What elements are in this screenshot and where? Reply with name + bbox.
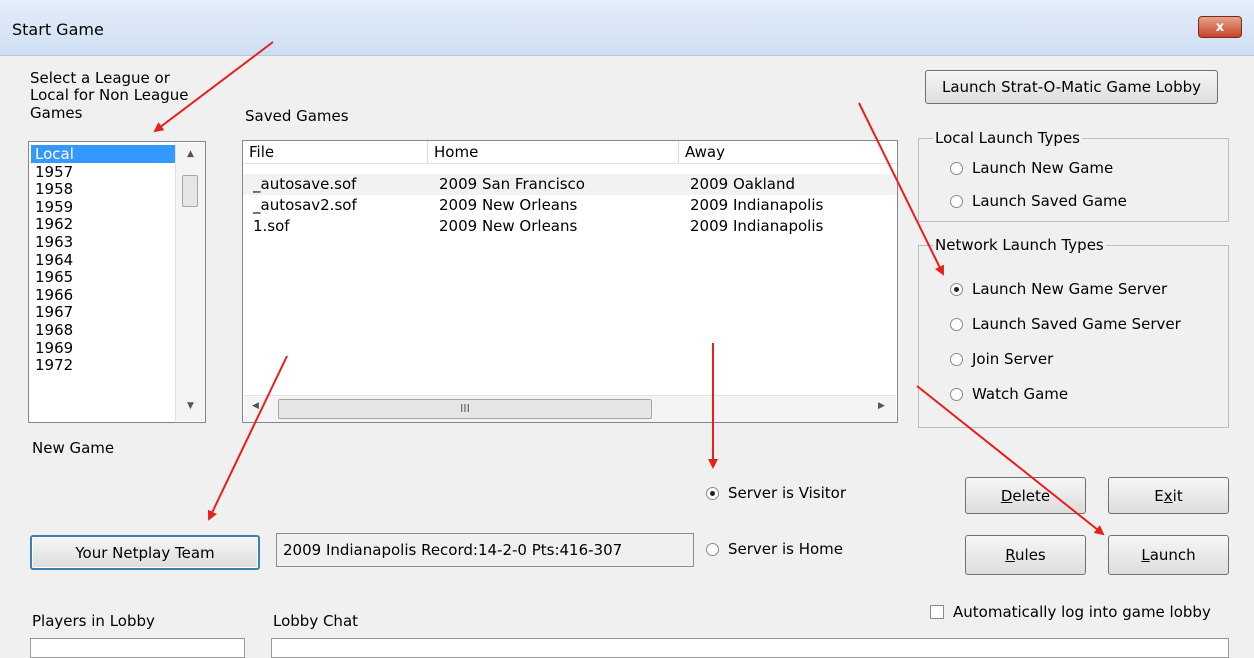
button-label: Delete xyxy=(1000,486,1051,505)
league-listbox[interactable]: Local 1957 1958 1959 1962 1963 1964 1965 1966 196… xyxy=(28,141,206,423)
grip-icon: III xyxy=(460,402,470,415)
column-header-file[interactable]: File xyxy=(243,141,428,163)
radio-join-server[interactable]: Join Server xyxy=(950,349,1053,369)
radio-label: Watch Game xyxy=(972,385,1069,403)
league-list-item[interactable]: 1964 xyxy=(31,251,175,269)
radio-button-icon[interactable] xyxy=(950,161,963,175)
radio-label: Launch Saved Game xyxy=(972,192,1127,210)
cell-away: 2009 Indianapolis xyxy=(690,217,824,235)
cell-file: _autosave.sof xyxy=(253,175,357,193)
radio-watch-game[interactable]: Watch Game xyxy=(950,384,1068,404)
your-netplay-team-button[interactable]: Your Netplay Team xyxy=(30,535,260,570)
league-list-item[interactable]: 1967 xyxy=(31,303,175,322)
league-list-item[interactable]: 1957 xyxy=(31,163,175,181)
exit-button[interactable]: Exit xyxy=(1108,477,1229,514)
checkbox-icon[interactable] xyxy=(930,605,944,619)
league-list-item[interactable]: 1969 xyxy=(31,339,175,357)
scroll-up-arrow-icon[interactable]: ▲ xyxy=(176,149,205,159)
league-list-item[interactable]: 1958 xyxy=(31,180,175,198)
radio-button-icon[interactable] xyxy=(950,387,963,401)
column-header-home[interactable]: Home xyxy=(428,141,679,163)
radio-launch-saved-game-server[interactable]: Launch Saved Game Server xyxy=(950,314,1181,334)
lobby-chat-label: Lobby Chat xyxy=(273,612,359,630)
cell-away: 2009 Indianapolis xyxy=(690,196,824,214)
radio-button-icon[interactable] xyxy=(950,194,963,208)
league-list-item[interactable]: Local xyxy=(31,145,175,163)
close-button[interactable]: x xyxy=(1198,16,1242,38)
radio-server-is-home[interactable]: Server is Home xyxy=(706,539,843,559)
players-in-lobby-label: Players in Lobby xyxy=(32,612,155,630)
cell-away: 2009 Oakland xyxy=(690,175,796,193)
cell-home: 2009 San Francisco xyxy=(439,175,585,193)
radio-label: Launch New Game xyxy=(972,159,1114,177)
radio-button-icon[interactable] xyxy=(950,317,963,331)
scroll-left-arrow-icon[interactable]: ◀ xyxy=(252,401,259,411)
button-label: Rules xyxy=(1005,546,1046,564)
radio-label: Server is Home xyxy=(728,540,844,558)
radio-launch-new-game-server[interactable]: Launch New Game Server xyxy=(950,279,1167,299)
radio-label: Launch New Game Server xyxy=(972,280,1168,298)
scroll-down-arrow-icon[interactable]: ▼ xyxy=(176,401,205,411)
radio-button-selected-icon[interactable] xyxy=(950,282,963,296)
league-list-item[interactable]: 1963 xyxy=(31,233,175,251)
new-game-label: New Game xyxy=(32,439,115,457)
radio-label: Launch Saved Game Server xyxy=(972,315,1181,333)
league-list-item[interactable]: 1972 xyxy=(31,356,175,374)
table-row[interactable]: _autosav2.sof 2009 New Orleans 2009 Indian… xyxy=(243,195,897,216)
saved-games-header: File Home Away xyxy=(243,141,897,164)
saved-games-horizontal-scrollbar[interactable]: ◀ III ▶ xyxy=(244,395,896,422)
league-list-item[interactable]: 1962 xyxy=(31,215,175,234)
league-prompt-line-3: Games xyxy=(30,104,83,122)
saved-games-list[interactable]: File Home Away _autosave.sof 2009 San Fra… xyxy=(242,140,898,423)
league-vertical-scrollbar[interactable]: ▲ ▼ xyxy=(175,143,205,421)
delete-button[interactable]: Delete xyxy=(965,477,1086,514)
radio-server-is-visitor[interactable]: Server is Visitor xyxy=(706,483,846,503)
auto-login-checkbox-row[interactable]: Automatically log into game lobby xyxy=(930,603,1211,621)
league-list-item[interactable]: 1966 xyxy=(31,286,175,304)
close-icon: x xyxy=(1215,20,1225,35)
table-row[interactable]: 1.sof 2009 New Orleans 2009 Indianapolis xyxy=(243,216,897,237)
league-list-item[interactable]: 1965 xyxy=(31,268,175,286)
league-list-item[interactable]: 1959 xyxy=(31,198,175,216)
radio-button-icon[interactable] xyxy=(706,542,719,556)
table-row[interactable]: _autosave.sof 2009 San Francisco 2009 Oakl… xyxy=(243,174,897,195)
horizontal-scrollbar-thumb[interactable]: III xyxy=(278,399,652,419)
saved-games-label: Saved Games xyxy=(245,107,349,125)
button-label: Launch xyxy=(1141,546,1196,564)
scrollbar-thumb[interactable] xyxy=(182,175,198,207)
team-status-field: 2009 Indianapolis Record:14-2-0 Pts:416-… xyxy=(276,533,694,567)
radio-button-icon[interactable] xyxy=(950,352,963,366)
players-in-lobby-list[interactable] xyxy=(30,638,245,658)
launch-game-lobby-button[interactable]: Launch Strat-O-Matic Game Lobby xyxy=(925,70,1218,104)
column-header-away[interactable]: Away xyxy=(679,141,897,163)
radio-launch-saved-game[interactable]: Launch Saved Game xyxy=(950,191,1127,211)
window-title: Start Game xyxy=(12,20,104,39)
auto-login-label: Automatically log into game lobby xyxy=(953,603,1211,621)
cell-file: _autosav2.sof xyxy=(253,196,357,214)
network-launch-types-title: Network Launch Types xyxy=(933,236,1106,254)
local-launch-types-title: Local Launch Types xyxy=(933,129,1082,147)
league-prompt-line-2: Local for Non League xyxy=(30,86,189,104)
scroll-right-arrow-icon[interactable]: ▶ xyxy=(878,401,885,411)
rules-button[interactable]: Rules xyxy=(965,535,1086,575)
radio-label: Server is Visitor xyxy=(728,484,847,502)
cell-file: 1.sof xyxy=(253,217,290,235)
radio-button-selected-icon[interactable] xyxy=(706,486,719,500)
button-label: Exit xyxy=(1154,486,1183,505)
radio-label: Join Server xyxy=(972,350,1054,368)
league-list-item[interactable]: 1968 xyxy=(31,321,175,339)
lobby-chat-area[interactable] xyxy=(271,638,1229,658)
radio-launch-new-game[interactable]: Launch New Game xyxy=(950,158,1113,178)
cell-home: 2009 New Orleans xyxy=(439,217,578,235)
title-bar xyxy=(0,0,1254,56)
launch-button[interactable]: Launch xyxy=(1108,535,1229,575)
cell-home: 2009 New Orleans xyxy=(439,196,578,214)
